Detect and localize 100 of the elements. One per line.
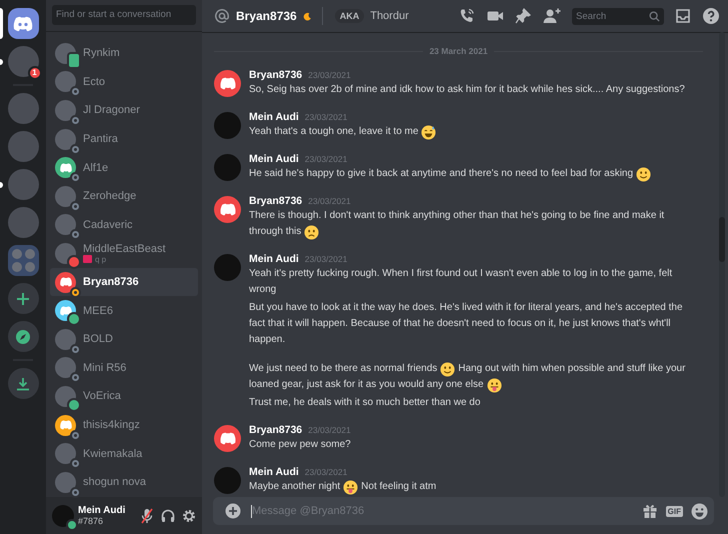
avatar-photo-placeholder <box>52 505 74 527</box>
scrollbar-thumb[interactable] <box>719 217 725 262</box>
gift-icon[interactable] <box>642 503 658 519</box>
message-text: But you have to look at it the way he does. He's lived with it for literal years, and he's accepted the <box>249 301 683 315</box>
message-author: Bryan8736 <box>249 194 302 208</box>
app-icon <box>83 255 92 264</box>
dm-item[interactable]: Ecto <box>50 68 198 96</box>
message-text: loaned gear, just ask for it as you would any one else <box>249 378 484 392</box>
dm-item[interactable]: MiddleEastBeast q p <box>50 239 198 268</box>
search-field[interactable]: Search <box>572 8 664 24</box>
message-text: Not feeling it atm <box>361 480 436 494</box>
dm-name: thisis4kingz <box>83 419 140 432</box>
message-text: wrong <box>249 283 276 297</box>
dm-name: shogun nova <box>83 476 146 488</box>
gif-button[interactable]: GIF <box>666 506 683 516</box>
headphones-icon[interactable] <box>161 508 175 522</box>
dm-item[interactable]: Jl Dragoner <box>50 96 198 125</box>
add-server-button[interactable] <box>8 283 38 314</box>
dm-item[interactable]: Alf1e <box>50 153 198 182</box>
message-text: Yeah that's a tough one, leave it to me <box>249 125 418 139</box>
message-text: Trust me, he deals with it so much better than we do <box>249 396 480 410</box>
message-text: There is though. I don't want to think anything other than that he's going to be fine and make it <box>249 209 664 223</box>
dm-name: MEE6 <box>83 304 113 317</box>
username: Mein Audi <box>78 505 126 516</box>
nickname: Thordur <box>370 10 409 22</box>
settings-icon[interactable] <box>182 508 196 522</box>
dm-name: MiddleEastBeast <box>83 242 166 255</box>
add-attachment-icon[interactable] <box>225 503 241 519</box>
emoji-icon <box>343 480 358 494</box>
microphone-icon[interactable] <box>140 508 154 524</box>
dm-name: Rynkim <box>83 47 120 60</box>
avatar-photo-placeholder[interactable]: 1 <box>8 46 38 77</box>
message-text: So, Seig has over 2b of mine and idk how to ask him for it back while hes sick.... Any suggestions? <box>249 83 685 97</box>
inbox-icon[interactable] <box>674 7 692 25</box>
channel-title: Bryan8736 <box>236 9 297 23</box>
home-button[interactable] <box>8 8 38 39</box>
user-tag: #7876 <box>78 516 133 526</box>
search-icon <box>649 10 660 22</box>
message-text: happen. <box>249 333 286 347</box>
message-text: Maybe another night <box>249 480 340 494</box>
message-timestamp: 23/03/2021 <box>308 424 351 437</box>
message-author: Bryan8736 <box>249 423 302 437</box>
emoji-icon <box>304 224 320 240</box>
at-sign-icon <box>214 8 230 24</box>
message-author: Mein Audi <box>249 465 299 479</box>
emoji-icon <box>421 124 436 140</box>
download-icon <box>16 376 30 390</box>
message-timestamp: 23/03/2021 <box>304 153 348 166</box>
dm-name: Pantira <box>83 133 118 146</box>
dm-name: Ecto <box>83 76 106 88</box>
unread-count: 1 <box>28 66 42 80</box>
dm-item[interactable]: BOLD <box>50 324 198 354</box>
message-author: Mein Audi <box>249 252 299 266</box>
date-divider-label: 23 March 2021 <box>429 46 488 56</box>
phone-call-icon[interactable] <box>458 7 476 25</box>
dm-item[interactable]: Rynkim <box>50 39 198 68</box>
dm-item[interactable]: Pantira <box>50 124 198 154</box>
dm-item[interactable]: VoErica <box>50 382 198 411</box>
message-text: Yeah it's pretty fucking rough. When I first found out I wasn't even able to log in to the game, felt <box>249 267 672 281</box>
dm-item[interactable]: Mini R56 <box>50 354 198 382</box>
dm-name: VoErica <box>83 390 121 402</box>
dm-item[interactable]: Zerohedge <box>50 182 198 211</box>
emoji-picker-icon[interactable] <box>691 502 708 520</box>
message-timestamp: 23/03/2021 <box>308 69 351 82</box>
logo-icon <box>12 16 34 32</box>
dm-name: Kwiemakala <box>83 448 142 460</box>
message-timestamp: 23/03/2021 <box>308 195 351 208</box>
add-friend-icon[interactable] <box>542 7 562 25</box>
dm-item[interactable]: shogun nova <box>50 468 198 496</box>
dm-name: Alf1e <box>83 162 108 174</box>
message-timestamp: 23/03/2021 <box>304 466 348 479</box>
pin-icon[interactable] <box>514 7 532 25</box>
message-timestamp: 23/03/2021 <box>304 253 348 266</box>
dm-name: BOLD <box>83 333 113 346</box>
message-text: Come pew pew some? <box>249 438 351 452</box>
dm-item[interactable]: thisis4kingz <box>50 410 198 440</box>
dm-item[interactable]: Bryan8736 <box>50 268 198 296</box>
explore-button[interactable] <box>8 321 38 352</box>
emoji-icon <box>636 166 652 182</box>
message-text: Hang out with him when possible and stuff like your <box>458 362 686 376</box>
emoji-icon <box>440 362 456 376</box>
conversation-search-field[interactable]: Find or start a conversation <box>52 5 196 25</box>
message-author: Bryan8736 <box>249 68 302 82</box>
aka-tag: AKA <box>334 9 364 23</box>
help-icon[interactable] <box>702 7 720 25</box>
dm-name: Bryan8736 <box>83 276 139 288</box>
download-button[interactable] <box>8 368 38 399</box>
message-author: Mein Audi <box>249 152 299 166</box>
dm-name: Zerohedge <box>83 190 136 202</box>
dm-item[interactable]: MEE6 <box>50 296 198 325</box>
compass-icon <box>15 328 31 344</box>
dm-item[interactable]: Cadaveric <box>50 210 198 240</box>
plus-icon <box>16 292 30 306</box>
dm-item[interactable]: Kwiemakala <box>50 439 198 468</box>
message-author: Mein Audi <box>249 110 299 124</box>
message-text: fact that it will happen. Because of that he doesn't need to focus on it, he just knows that's wht'll <box>249 317 671 331</box>
message-text: We just need to be there as normal friends <box>249 362 438 376</box>
emoji-icon <box>486 378 502 392</box>
dm-name: Jl Dragoner <box>83 104 140 116</box>
server-folder-icon[interactable] <box>8 245 38 276</box>
